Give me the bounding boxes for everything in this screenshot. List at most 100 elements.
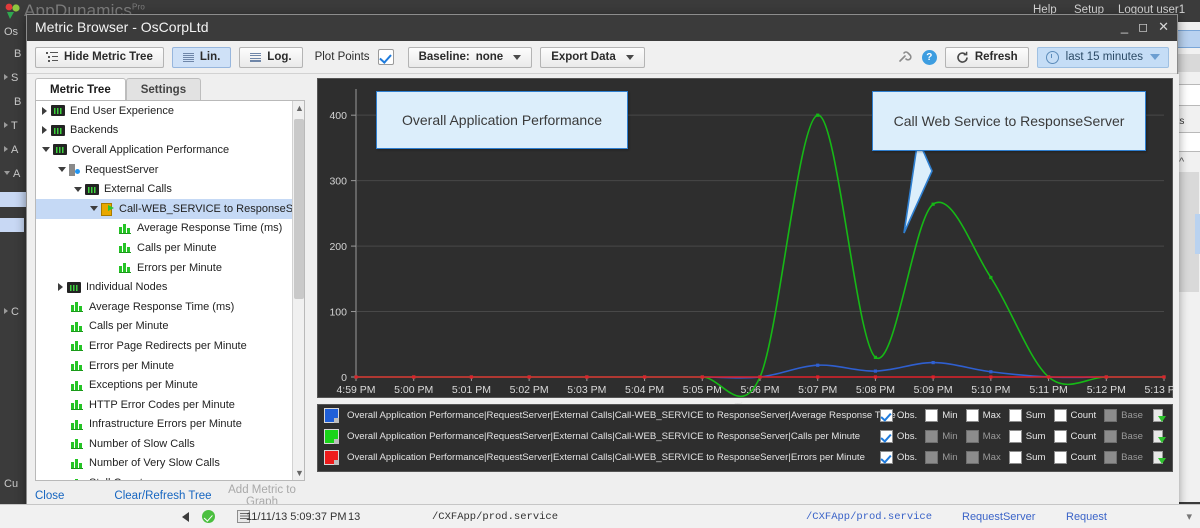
chart-data-point[interactable] [1046, 375, 1051, 379]
chevron-down-icon[interactable] [42, 147, 50, 153]
chart-data-point[interactable] [354, 375, 358, 379]
bg-sidebar-row-2[interactable]: S [4, 72, 18, 84]
tree-row[interactable]: Errors per Minute [36, 258, 304, 278]
tree-row[interactable]: Exceptions per Minute [36, 375, 304, 395]
bg-sidebar-row-3[interactable]: B [14, 96, 21, 108]
tree-row[interactable]: Calls per Minute [36, 317, 304, 337]
tree-scroll-thumb[interactable] [294, 119, 304, 299]
legend-checkbox[interactable] [879, 409, 893, 422]
chart-data-point[interactable] [700, 375, 704, 379]
tree-row[interactable]: Infrastructure Errors per Minute [36, 415, 304, 435]
bg-sidebar-row-1[interactable]: B [14, 48, 21, 60]
legend-color-swatch[interactable] [324, 450, 339, 465]
tree-row[interactable]: Number of Slow Calls [36, 434, 304, 454]
chart-data-point[interactable] [989, 370, 993, 374]
tree-row[interactable]: Average Response Time (ms) [36, 219, 304, 239]
chevron-up-icon[interactable]: ^ [1179, 156, 1184, 168]
export-data-dropdown[interactable]: Export Data [540, 46, 645, 68]
chart-data-point[interactable] [931, 361, 935, 365]
chart-data-point[interactable] [989, 275, 993, 280]
scroll-down-icon[interactable]: ▼ [295, 468, 304, 478]
hide-metric-tree-button[interactable]: Hide Metric Tree [35, 46, 164, 68]
status-link-request[interactable]: Request [1066, 511, 1107, 523]
legend-checkbox[interactable] [1008, 451, 1022, 464]
chart-data-point[interactable] [931, 202, 935, 206]
legend-checkbox[interactable] [1008, 430, 1022, 443]
legend-checkbox[interactable] [1008, 409, 1022, 422]
bg-sidebar-row-7[interactable]: C [4, 306, 19, 318]
legend-row[interactable]: Overall Application Performance|RequestS… [318, 447, 1172, 468]
chart-data-point[interactable] [642, 375, 647, 379]
chart-data-point[interactable] [816, 113, 820, 117]
time-range-selector[interactable]: last 15 minutes [1036, 46, 1169, 68]
tree-row[interactable]: Overall Application Performance [36, 140, 304, 160]
tree-row[interactable]: RequestServer [36, 160, 304, 180]
legend-row[interactable]: Overall Application Performance|RequestS… [318, 426, 1172, 447]
minimize-icon[interactable]: _ [1121, 20, 1128, 33]
maximize-icon[interactable]: ◻ [1138, 21, 1148, 33]
tree-row[interactable]: Error Page Redirects per Minute [36, 336, 304, 356]
tree-row[interactable]: HTTP Error Codes per Minute [36, 395, 304, 415]
legend-checkbox[interactable] [1053, 430, 1067, 443]
download-icon[interactable] [1153, 451, 1166, 464]
chart-data-point[interactable] [873, 375, 878, 379]
status-link-path[interactable]: /CXFApp/prod.service [806, 511, 932, 523]
refresh-button[interactable]: Refresh [944, 46, 1029, 68]
chart-data-point[interactable] [1104, 375, 1108, 379]
chart-data-point[interactable] [527, 375, 531, 379]
chevron-down-icon[interactable] [74, 186, 82, 192]
bg-sidebar-row-4[interactable]: T [4, 120, 18, 132]
tree-scrollbar[interactable]: ▲ ▼ [292, 101, 304, 480]
chevron-down-icon[interactable] [58, 167, 66, 173]
tree-row[interactable]: External Calls [36, 179, 304, 199]
legend-checkbox[interactable] [925, 409, 939, 422]
legend-checkbox[interactable] [879, 430, 893, 443]
tree-row[interactable]: End User Experience [36, 101, 304, 121]
chart-data-point[interactable] [873, 355, 878, 359]
chart-data-point[interactable] [469, 375, 474, 379]
close-icon[interactable]: ✕ [1158, 20, 1169, 33]
clear-refresh-tree-link[interactable]: Clear/Refresh Tree [107, 490, 219, 502]
legend-color-swatch[interactable] [324, 408, 339, 423]
chart-data-point[interactable] [758, 375, 762, 379]
chart-data-point[interactable] [412, 375, 416, 379]
tree-row[interactable]: Calls per Minute [36, 238, 304, 258]
legend-checkbox[interactable] [879, 451, 893, 464]
chevron-down-icon[interactable]: ▾ [1186, 510, 1192, 523]
tree-row[interactable]: Individual Nodes [36, 277, 304, 297]
close-link[interactable]: Close [35, 490, 107, 502]
bg-sidebar-row-6[interactable]: A [4, 168, 20, 180]
chart-data-point[interactable] [931, 375, 935, 379]
tab-metric-tree[interactable]: Metric Tree [35, 78, 126, 100]
bg-sidebar-row-8[interactable]: Cu [4, 478, 18, 490]
chart-data-point[interactable] [989, 375, 993, 379]
chart-data-point[interactable] [1162, 375, 1166, 379]
legend-color-swatch[interactable] [324, 429, 339, 444]
chevron-right-icon[interactable] [42, 126, 47, 135]
tree-row[interactable]: Errors per Minute [36, 356, 304, 376]
chevron-right-icon[interactable] [58, 283, 63, 292]
scale-log-button[interactable]: Log. [239, 46, 303, 68]
status-link-server[interactable]: RequestServer [962, 511, 1035, 523]
metric-chart[interactable]: 0 100 200 300 400 4:59 PM 5:00 PM 5:01 PM 5:02 P… [317, 78, 1174, 413]
bg-sidebar-row-0[interactable]: Os [4, 26, 18, 38]
baseline-dropdown[interactable]: Baseline: none [407, 46, 533, 68]
bg-sidebar-row-5[interactable]: A [4, 144, 18, 156]
tab-settings[interactable]: Settings [125, 78, 202, 100]
download-icon[interactable] [1153, 409, 1166, 422]
chevron-down-icon[interactable] [90, 206, 98, 212]
link-icon[interactable] [898, 50, 914, 64]
chart-data-point[interactable] [816, 363, 820, 367]
play-back-icon[interactable] [182, 511, 189, 522]
tree-row[interactable]: Average Response Time (ms) [36, 297, 304, 317]
help-icon[interactable]: ? [921, 49, 937, 65]
tree-row[interactable]: Backends [36, 121, 304, 141]
legend-checkbox[interactable] [1053, 451, 1067, 464]
legend-checkbox[interactable] [965, 409, 979, 422]
scale-linear-button[interactable]: Lin. [171, 46, 232, 68]
legend-row[interactable]: Overall Application Performance|RequestS… [318, 405, 1172, 426]
legend-checkbox[interactable] [1053, 409, 1067, 422]
chart-data-point[interactable] [873, 369, 878, 373]
chart-data-point[interactable] [585, 375, 589, 379]
plot-points-checkbox[interactable] [377, 49, 394, 65]
